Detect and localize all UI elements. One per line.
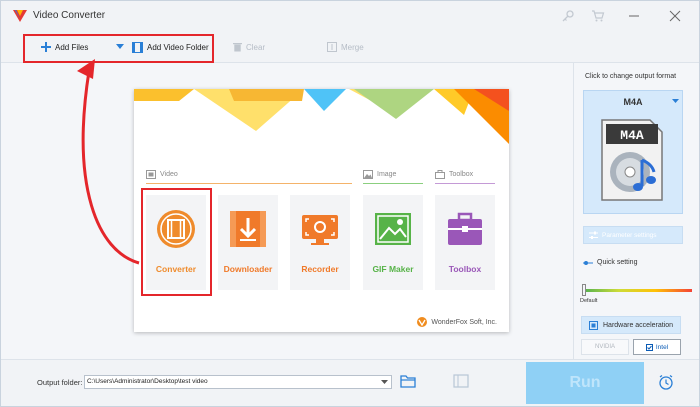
brand-label: WonderFox Soft, Inc. <box>431 318 497 326</box>
run-label: Run <box>569 374 601 391</box>
download-icon <box>230 211 266 247</box>
highlight-converter-box <box>141 188 212 296</box>
decorative-banner <box>134 89 509 144</box>
highlight-add-files-box <box>23 34 214 63</box>
section-toolbox-label: Toolbox <box>449 171 474 178</box>
merge-label: Merge <box>341 42 364 52</box>
nvidia-label: NVIDIA <box>594 344 615 350</box>
format-dropdown-icon <box>672 99 679 103</box>
key-icon[interactable] <box>561 9 575 23</box>
format-hint: Click to change output format <box>585 73 677 80</box>
quality-slider-thumb[interactable] <box>582 284 586 296</box>
hardware-acceleration-label: Hardware acceleration <box>603 321 674 329</box>
browse-folder-icon[interactable] <box>400 374 416 388</box>
window-title: Video Converter <box>33 10 106 21</box>
gif-image-icon <box>375 213 411 245</box>
selected-format-label: M4A <box>623 97 643 107</box>
close-icon[interactable] <box>668 9 682 23</box>
image-icon <box>363 170 373 179</box>
clear-button[interactable]: Clear <box>233 39 265 55</box>
tool-downloader-label: Downloader <box>223 264 273 274</box>
toolbox-icon <box>448 212 482 245</box>
merge-icon <box>327 42 337 52</box>
screen-recorder-icon <box>302 215 338 245</box>
quick-setting-label: Quick setting <box>597 259 638 266</box>
section-image: Image <box>363 170 396 179</box>
tool-recorder[interactable]: Recorder <box>290 195 350 290</box>
intel-check-icon <box>645 343 653 351</box>
section-image-divider <box>363 183 423 184</box>
nvidia-option[interactable]: NVIDIA <box>581 339 629 355</box>
path-dropdown-icon[interactable] <box>381 380 388 385</box>
section-toolbox-divider <box>435 183 495 184</box>
quality-slider[interactable] <box>582 289 692 292</box>
tool-gif-maker[interactable]: GIF Maker <box>363 195 423 290</box>
hardware-acceleration-toggle[interactable]: Hardware acceleration <box>581 316 681 334</box>
trash-icon <box>233 43 242 52</box>
merge-button[interactable]: Merge <box>327 39 364 55</box>
quick-setting: Quick setting <box>583 259 637 266</box>
parameter-settings-label: Parameter settings <box>602 231 657 239</box>
section-video: Video <box>146 170 178 179</box>
tool-gif-maker-label: GIF Maker <box>372 264 414 274</box>
intel-label: Intel <box>655 343 669 351</box>
output-folder-field[interactable]: C:\Users\Administrator\Desktop\test vide… <box>84 375 392 389</box>
open-output-folder-icon[interactable] <box>453 374 469 388</box>
output-path: C:\Users\Administrator\Desktop\test vide… <box>87 378 208 385</box>
run-button[interactable]: Run <box>526 362 644 404</box>
intel-option[interactable]: Intel <box>633 339 681 355</box>
cart-icon[interactable] <box>591 9 605 23</box>
output-folder-label: Output folder: <box>37 378 83 387</box>
bottom-bar: Output folder: C:\Users\Administrator\De… <box>1 359 699 406</box>
quick-setting-icon <box>583 260 593 265</box>
title-bar: Video Converter <box>1 1 699 31</box>
section-video-label: Video <box>160 171 178 178</box>
sliders-icon <box>589 231 598 239</box>
output-format-selector[interactable]: M4A M4A <box>583 90 683 214</box>
alarm-clock-icon[interactable] <box>658 374 674 390</box>
brand: WonderFox Soft, Inc. <box>417 317 497 327</box>
clear-label: Clear <box>246 42 266 52</box>
wonderfox-logo-icon <box>417 317 428 327</box>
tool-downloader[interactable]: Downloader <box>218 195 278 290</box>
section-image-label: Image <box>377 171 397 178</box>
minimize-icon[interactable] <box>627 9 641 23</box>
default-label: Default <box>580 298 598 304</box>
parameter-settings-button[interactable]: Parameter settings <box>583 226 683 244</box>
tool-toolbox[interactable]: Toolbox <box>435 195 495 290</box>
video-icon <box>146 170 156 179</box>
section-toolbox: Toolbox <box>435 170 473 179</box>
tool-toolbox-label: Toolbox <box>448 264 482 274</box>
toolbox-small-icon <box>435 170 445 179</box>
app-window: Video Converter Add Files Add Video Fold… <box>0 0 700 407</box>
format-icon-text: M4A <box>620 128 644 143</box>
section-video-divider <box>146 183 352 184</box>
output-format-sidebar: Click to change output format M4A M4A Pa… <box>573 63 699 359</box>
tool-recorder-label: Recorder <box>301 264 339 274</box>
chip-icon <box>589 321 598 330</box>
app-logo-icon <box>13 10 27 22</box>
